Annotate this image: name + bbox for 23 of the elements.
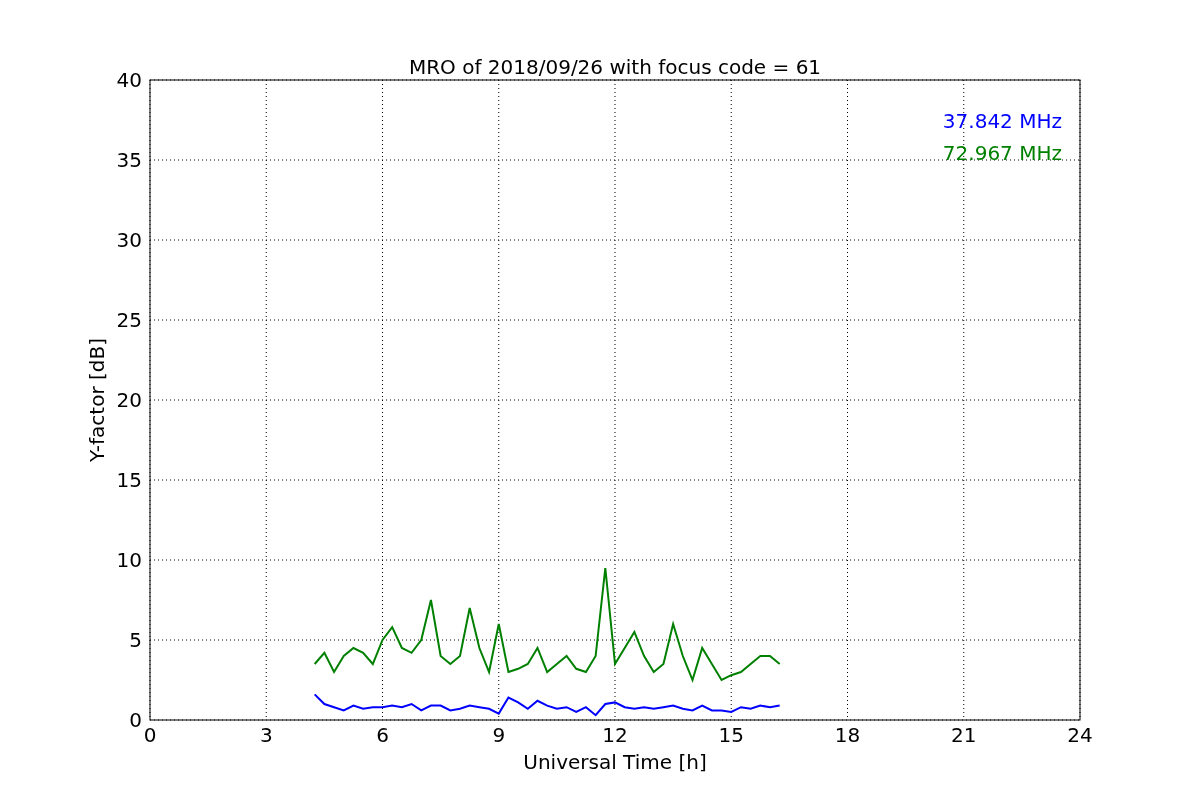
x-tick-label: 0 <box>143 723 157 747</box>
x-tick-label: 12 <box>602 723 628 747</box>
y-tick-label: 25 <box>116 308 142 332</box>
y-tick-label: 40 <box>116 68 142 92</box>
x-tick-label: 9 <box>492 723 506 747</box>
y-tick-label: 15 <box>116 468 142 492</box>
x-tick-label: 21 <box>951 723 977 747</box>
y-tick-label: 35 <box>116 148 142 172</box>
x-axis-label: Universal Time [h] <box>523 750 707 774</box>
x-tick-label: 3 <box>259 723 273 747</box>
y-axis-label: Y-factor [dB] <box>85 338 109 462</box>
chart-title: MRO of 2018/09/26 with focus code = 61 <box>408 55 822 79</box>
x-tick-label: 15 <box>718 723 744 747</box>
x-tick-label: 6 <box>376 723 389 747</box>
y-tick-label: 30 <box>116 228 142 252</box>
legend-label: 37.842 MHz <box>942 109 1062 133</box>
legend-label: 72.967 MHz <box>942 141 1062 165</box>
x-tick-label: 24 <box>1067 723 1093 747</box>
y-tick-label: 5 <box>129 628 142 652</box>
y-tick-label: 10 <box>116 548 142 572</box>
y-tick-label: 0 <box>129 708 142 732</box>
y-tick-label: 20 <box>116 388 142 412</box>
x-tick-label: 18 <box>834 723 861 747</box>
